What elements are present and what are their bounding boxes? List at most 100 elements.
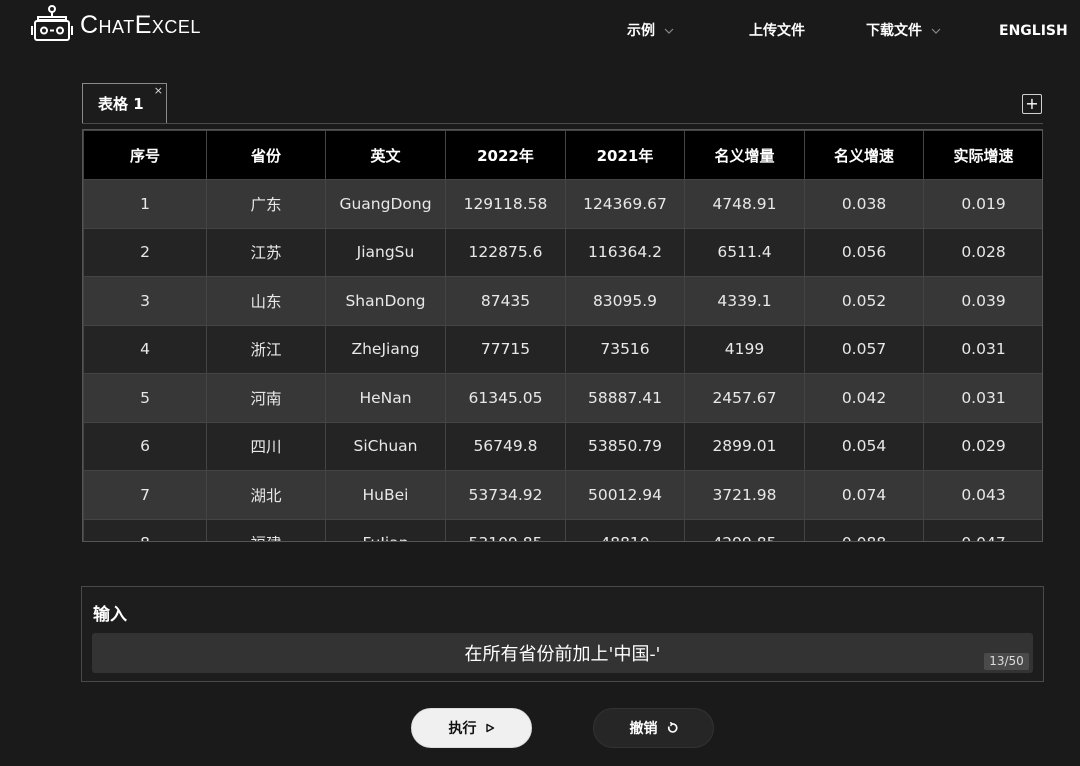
table-cell[interactable]: HeNan bbox=[325, 373, 446, 423]
table-body: 1 广东 GuangDong 129118.58 124369.67 4748.91 0.0… bbox=[83, 179, 1042, 541]
table-cell[interactable]: 4 bbox=[83, 324, 207, 374]
table-cell[interactable]: 浙江 bbox=[206, 324, 326, 374]
table-row[interactable]: 3 山东 ShanDong 87435 83095.9 4339.1 0.052 0.039 bbox=[83, 276, 1042, 326]
column-header[interactable]: 英文 bbox=[325, 130, 446, 180]
table-cell[interactable]: 3 bbox=[83, 276, 207, 326]
table-cell[interactable]: 0.042 bbox=[804, 373, 924, 423]
tab-sheet-1[interactable]: 表格 1 × bbox=[82, 83, 167, 123]
table-cell[interactable]: 129118.58 bbox=[445, 179, 566, 229]
table-cell[interactable]: 77715 bbox=[445, 324, 566, 374]
table-cell[interactable]: 83095.9 bbox=[565, 276, 685, 326]
table-row[interactable]: 5 河南 HeNan 61345.05 58887.41 2457.67 0.042 0.03… bbox=[83, 373, 1042, 423]
table-cell[interactable]: 0.031 bbox=[923, 324, 1042, 374]
table-cell[interactable]: 53109.85 bbox=[445, 518, 566, 541]
table-cell[interactable]: 0.056 bbox=[804, 227, 924, 277]
table-cell[interactable]: GuangDong bbox=[325, 179, 446, 229]
table-cell[interactable]: 5 bbox=[83, 373, 207, 423]
column-header[interactable]: 2022年 bbox=[445, 130, 566, 180]
run-button[interactable]: 执行 bbox=[411, 708, 532, 748]
table-row[interactable]: 8福建FuJian53109.85488104299.850.0880.047 bbox=[83, 518, 1042, 541]
table-cell[interactable]: 6 bbox=[83, 421, 207, 471]
table-row[interactable]: 4 浙江 ZheJiang 77715 73516 4199 0.057 0.031 bbox=[83, 324, 1042, 374]
column-header[interactable]: 序号 bbox=[83, 130, 207, 180]
undo-button[interactable]: 撤销 bbox=[593, 708, 714, 748]
table-cell[interactable]: 2 bbox=[83, 227, 207, 277]
table-cell[interactable]: 0.031 bbox=[923, 373, 1042, 423]
table-cell[interactable]: 0.054 bbox=[804, 421, 924, 471]
table-cell[interactable]: 4299.85 bbox=[684, 518, 805, 541]
table-cell[interactable]: 0.019 bbox=[923, 179, 1042, 229]
table-cell[interactable]: 四川 bbox=[206, 421, 326, 471]
table-cell[interactable]: 116364.2 bbox=[565, 227, 685, 277]
table-cell[interactable]: 0.074 bbox=[804, 470, 924, 520]
table-cell[interactable]: 6511.4 bbox=[684, 227, 805, 277]
table-cell[interactable]: 53850.79 bbox=[565, 421, 685, 471]
table-cell[interactable]: 山东 bbox=[206, 276, 326, 326]
table-cell[interactable]: 2899.01 bbox=[684, 421, 805, 471]
table-cell[interactable]: 0.029 bbox=[923, 421, 1042, 471]
char-count: 13/50 bbox=[984, 653, 1029, 670]
nav-download[interactable]: 下载文件 bbox=[866, 20, 941, 42]
table-cell[interactable]: 48810 bbox=[565, 518, 685, 541]
column-header[interactable]: 2021年 bbox=[565, 130, 685, 180]
table-cell[interactable]: 73516 bbox=[565, 324, 685, 374]
column-header[interactable]: 省份 bbox=[206, 130, 326, 180]
logo[interactable]: ChatExcel bbox=[30, 5, 201, 45]
table-row[interactable]: 7 湖北 HuBei 53734.92 50012.94 3721.98 0.074 0.04… bbox=[83, 470, 1042, 520]
table-cell[interactable]: 50012.94 bbox=[565, 470, 685, 520]
table-cell[interactable]: 124369.67 bbox=[565, 179, 685, 229]
table-cell[interactable]: 0.043 bbox=[923, 470, 1042, 520]
table-cell[interactable]: 0.052 bbox=[804, 276, 924, 326]
nav-language[interactable]: ENGLISH bbox=[999, 20, 1068, 42]
table-cell[interactable]: 2457.67 bbox=[684, 373, 805, 423]
table-cell[interactable]: 61345.05 bbox=[445, 373, 566, 423]
nav-upload-label: 上传文件 bbox=[749, 23, 805, 39]
close-icon[interactable]: × bbox=[154, 84, 163, 98]
table-cell[interactable]: 0.047 bbox=[923, 518, 1042, 541]
table-cell[interactable]: 87435 bbox=[445, 276, 566, 326]
play-icon bbox=[485, 723, 495, 733]
table-cell[interactable]: 53734.92 bbox=[445, 470, 566, 520]
table-cell[interactable]: 56749.8 bbox=[445, 421, 566, 471]
table-cell[interactable]: 0.088 bbox=[804, 518, 924, 541]
table-cell[interactable]: 河南 bbox=[206, 373, 326, 423]
table-cell[interactable]: 0.039 bbox=[923, 276, 1042, 326]
table-cell[interactable]: ZheJiang bbox=[325, 324, 446, 374]
table-cell[interactable]: 0.057 bbox=[804, 324, 924, 374]
table-cell[interactable]: 4339.1 bbox=[684, 276, 805, 326]
table-cell[interactable]: 1 bbox=[83, 179, 207, 229]
robot-icon bbox=[31, 5, 73, 41]
plus-icon: + bbox=[1025, 94, 1039, 113]
table-cell[interactable]: 122875.6 bbox=[445, 227, 566, 277]
nav-examples[interactable]: 示例 bbox=[627, 20, 674, 42]
data-table-container[interactable]: 序号 省份 英文 2022年 2021年 名义增量 名义增速 实际增速 1 广东 GuangDon… bbox=[82, 129, 1043, 542]
nav-upload[interactable]: 上传文件 bbox=[749, 20, 805, 42]
undo-icon bbox=[666, 722, 678, 734]
table-cell[interactable]: 0.028 bbox=[923, 227, 1042, 277]
table-row[interactable]: 6 四川 SiChuan 56749.8 53850.79 2899.01 0.054 0.0… bbox=[83, 421, 1042, 471]
table-cell[interactable]: 58887.41 bbox=[565, 373, 685, 423]
table-cell[interactable]: 4748.91 bbox=[684, 179, 805, 229]
table-row[interactable]: 2 江苏 JiangSu 122875.6 116364.2 6511.4 0.056 0.0… bbox=[83, 227, 1042, 277]
command-input[interactable] bbox=[92, 633, 1033, 673]
column-header[interactable]: 实际增速 bbox=[923, 130, 1042, 180]
table-cell[interactable]: HuBei bbox=[325, 470, 446, 520]
table-cell[interactable]: 4199 bbox=[684, 324, 805, 374]
table-cell[interactable]: 0.038 bbox=[804, 179, 924, 229]
table-cell[interactable]: SiChuan bbox=[325, 421, 446, 471]
table-cell[interactable]: 江苏 bbox=[206, 227, 326, 277]
column-header[interactable]: 名义增量 bbox=[684, 130, 805, 180]
table-cell[interactable]: JiangSu bbox=[325, 227, 446, 277]
table-cell[interactable]: 8 bbox=[83, 518, 207, 541]
table-cell[interactable]: FuJian bbox=[325, 518, 446, 541]
column-header[interactable]: 名义增速 bbox=[804, 130, 924, 180]
table-cell[interactable]: 广东 bbox=[206, 179, 326, 229]
table-row[interactable]: 1 广东 GuangDong 129118.58 124369.67 4748.91 0.0… bbox=[83, 179, 1042, 229]
table-cell[interactable]: 3721.98 bbox=[684, 470, 805, 520]
nav-examples-label: 示例 bbox=[627, 23, 655, 39]
table-cell[interactable]: 湖北 bbox=[206, 470, 326, 520]
table-cell[interactable]: ShanDong bbox=[325, 276, 446, 326]
table-cell[interactable]: 福建 bbox=[206, 518, 326, 541]
add-tab-button[interactable]: + bbox=[1022, 94, 1042, 114]
table-cell[interactable]: 7 bbox=[83, 470, 207, 520]
